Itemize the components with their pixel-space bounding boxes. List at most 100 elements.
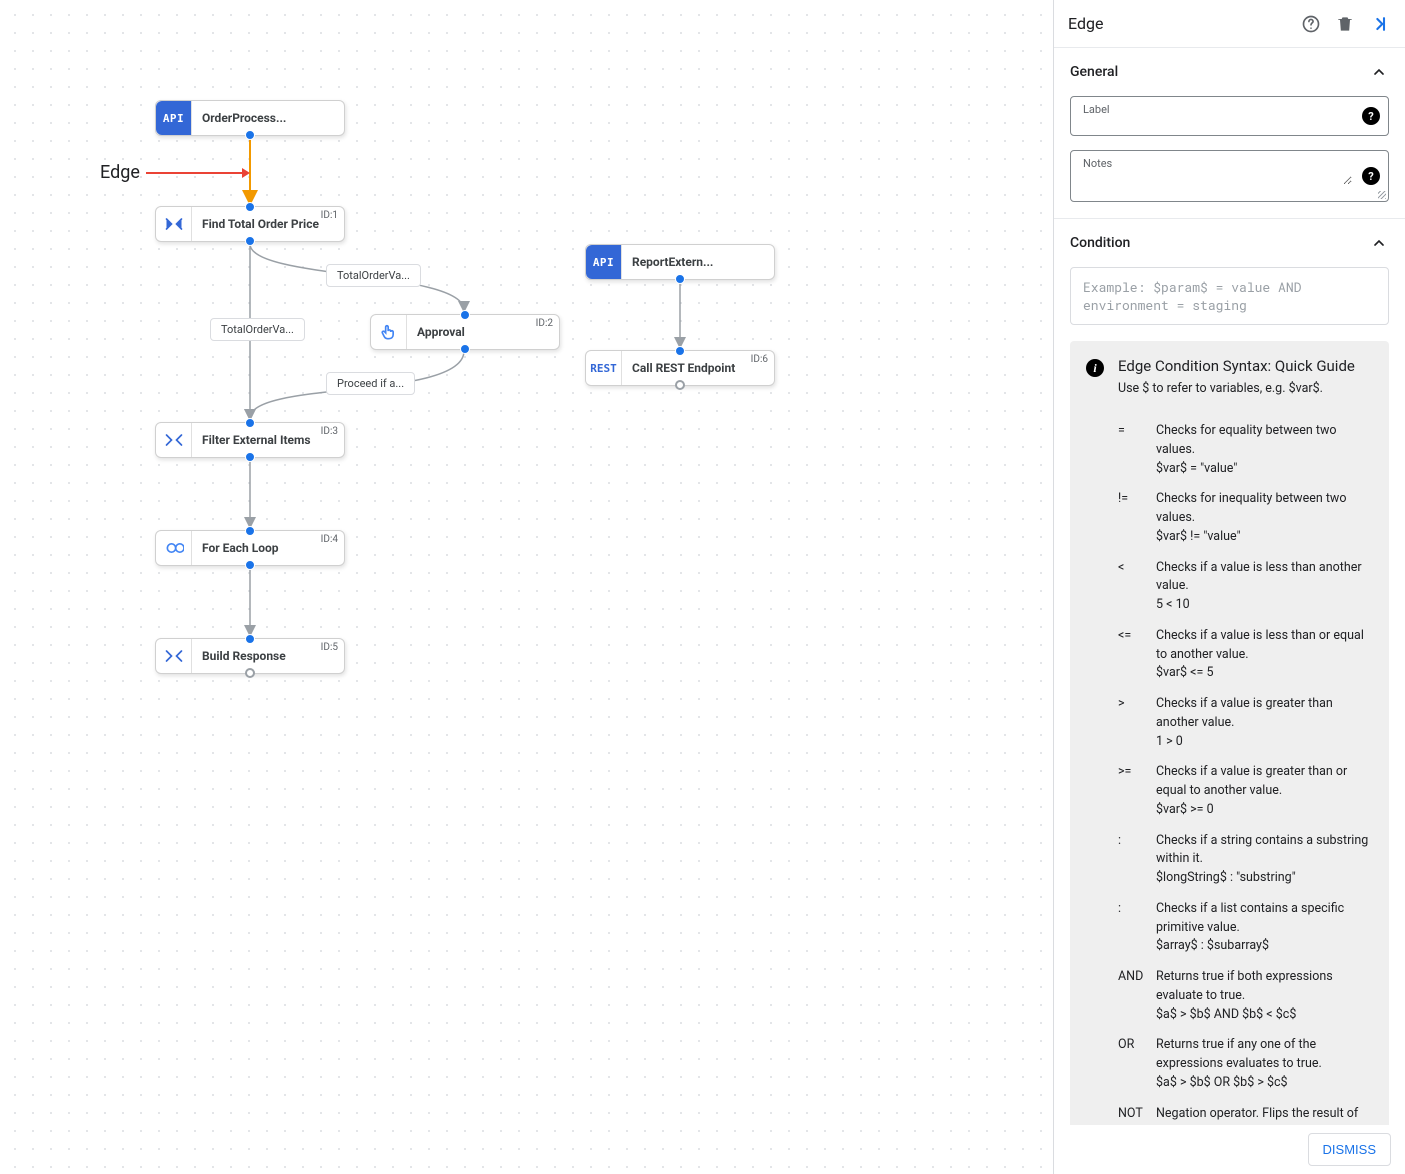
node-filter-external-items[interactable]: ID:3 Filter External Items [155,422,345,458]
guide-row: <Checks if a value is less than another … [1118,553,1373,621]
guide-example: $var$ <= 5 [1156,665,1214,680]
guide-desc: Negation operator. Flips the result of a… [1156,1099,1373,1126]
guide-row: !=Checks for inequality between two valu… [1118,484,1373,552]
resize-handle[interactable] [1378,191,1386,199]
node-id: ID:1 [321,210,338,221]
guide-desc: Checks if a string contains a substring … [1156,826,1373,894]
guide-operator: < [1118,553,1156,621]
dismiss-button[interactable]: DISMISS [1308,1133,1391,1166]
node-label: ReportExtern... [622,255,727,269]
syntax-guide: i Edge Condition Syntax: Quick Guide Use… [1070,341,1389,1125]
node-id: ID:4 [321,534,338,545]
guide-example: 5 < 10 [1156,597,1190,612]
node-for-each-loop[interactable]: ID:4 For Each Loop [155,530,345,566]
guide-operator: <= [1118,621,1156,689]
node-call-rest-endpoint[interactable]: ID:6 REST Call REST Endpoint [585,350,775,386]
help-icon[interactable] [1299,12,1323,36]
guide-row: =Checks for equality between two values.… [1118,416,1373,484]
guide-example: $a$ > $b$ AND $b$ < $c$ [1156,1007,1296,1022]
api-icon: API [156,101,192,135]
guide-desc: Checks if a value is greater than anothe… [1156,689,1373,757]
callout-text: Edge [100,162,140,183]
guide-operator: : [1118,826,1156,894]
info-icon: i [1086,359,1104,377]
guide-operator: > [1118,689,1156,757]
guide-row: <=Checks if a value is less than or equa… [1118,621,1373,689]
guide-operator: >= [1118,757,1156,825]
guide-example: $a$ > $b$ OR $b$ > $c$ [1156,1075,1288,1090]
guide-table: =Checks for equality between two values.… [1118,416,1373,1125]
guide-row: :Checks if a string contains a substring… [1118,826,1373,894]
guide-operator: NOT [1118,1099,1156,1126]
data-mapping-icon [156,423,192,457]
edge-label[interactable]: TotalOrderVa... [210,318,305,341]
node-build-response[interactable]: ID:5 Build Response [155,638,345,674]
guide-row: :Checks if a list contains a specific pr… [1118,894,1373,962]
field-label: Label [1083,103,1110,116]
label-input[interactable] [1083,111,1352,126]
guide-desc: Checks if a value is greater than or equ… [1156,757,1373,825]
notes-field[interactable]: Notes ? [1070,150,1389,202]
chevron-up-icon [1369,233,1389,253]
node-id: ID:2 [536,318,553,329]
help-icon[interactable]: ? [1362,107,1380,125]
guide-desc: Checks if a list contains a specific pri… [1156,894,1373,962]
section-title: Condition [1070,235,1130,251]
node-order-process[interactable]: API OrderProcess... [155,100,345,136]
node-approval[interactable]: ID:2 Approval [370,314,560,350]
panel-header: Edge [1054,0,1405,48]
guide-operator: = [1118,416,1156,484]
guide-desc: Checks if a value is less than or equal … [1156,621,1373,689]
section-condition-header[interactable]: Condition [1054,219,1405,267]
guide-row: >=Checks if a value is greater than or e… [1118,757,1373,825]
data-mapping-icon [156,639,192,673]
node-label: Filter External Items [192,433,325,447]
guide-example: $var$ >= 0 [1156,802,1214,817]
guide-operator: AND [1118,962,1156,1030]
node-report-extern[interactable]: API ReportExtern... [585,244,775,280]
guide-desc: Checks if a value is less than another v… [1156,553,1373,621]
node-label: For Each Loop [192,541,293,555]
guide-example: $array$ : $subarray$ [1156,938,1269,953]
node-id: ID:5 [321,642,338,653]
node-label: Approval [407,325,479,339]
guide-operator: != [1118,484,1156,552]
guide-desc: Checks for equality between two values.$… [1156,416,1373,484]
data-mapping-icon [156,207,192,241]
guide-example: 1 > 0 [1156,734,1183,749]
node-label: OrderProcess... [192,111,300,125]
section-general-header[interactable]: General [1054,48,1405,96]
guide-row: >Checks if a value is greater than anoth… [1118,689,1373,757]
guide-row: NOTNegation operator. Flips the result o… [1118,1099,1373,1126]
node-find-total-order-price[interactable]: ID:1 Find Total Order Price [155,206,345,242]
edge-label[interactable]: Proceed if a... [326,372,415,395]
rest-icon: REST [586,351,622,385]
api-icon: API [586,245,622,279]
condition-placeholder: Example: $param$ = value AND environment… [1083,278,1301,314]
condition-input[interactable]: Example: $param$ = value AND environment… [1070,267,1389,325]
edge-label[interactable]: TotalOrderVa... [326,264,421,287]
guide-desc: Checks for inequality between two values… [1156,484,1373,552]
section-title: General [1070,64,1118,80]
node-label: Build Response [192,649,300,663]
field-label: Notes [1083,157,1112,170]
loop-icon [156,531,192,565]
guide-operator: OR [1118,1030,1156,1098]
guide-subtitle: Use $ to refer to variables, e.g. $var$. [1118,381,1355,396]
guide-title: Edge Condition Syntax: Quick Guide [1118,357,1355,375]
guide-row: ORReturns true if any one of the express… [1118,1030,1373,1098]
guide-row: ANDReturns true if both expressions eval… [1118,962,1373,1030]
panel-title: Edge [1068,14,1289,33]
chevron-up-icon [1369,62,1389,82]
collapse-panel-icon[interactable] [1367,12,1391,36]
guide-operator: : [1118,894,1156,962]
edge-properties-panel: Edge General [1053,0,1405,1174]
help-icon[interactable]: ? [1362,167,1380,185]
canvas[interactable]: Edge [0,0,1053,1174]
node-label: Find Total Order Price [192,217,333,231]
node-label: Call REST Endpoint [622,361,749,375]
delete-icon[interactable] [1333,12,1357,36]
notes-input[interactable] [1083,165,1352,185]
edge-callout: Edge [100,162,250,183]
label-field[interactable]: Label ? [1070,96,1389,136]
